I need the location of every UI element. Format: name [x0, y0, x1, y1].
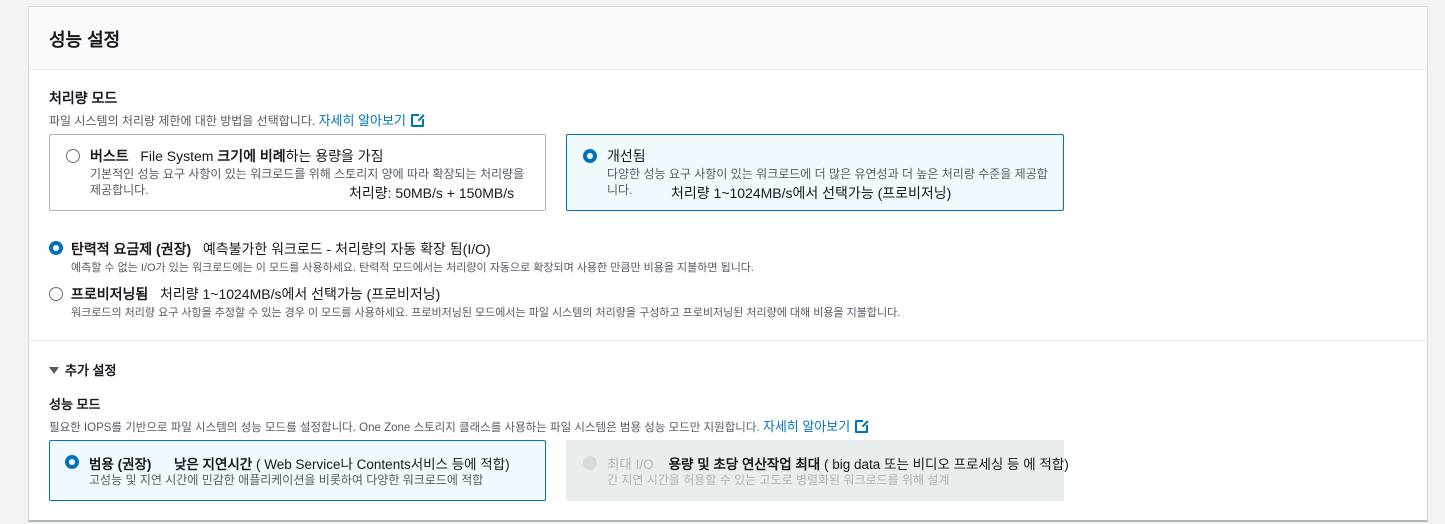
max-io-title: 최대 I/O 용량 및 초당 연산작업 최대 ( big data 또는 비디오…	[607, 457, 1069, 472]
burst-radio[interactable]	[66, 149, 80, 163]
performance-settings-panel: 성능 설정 처리량 모드 파일 시스템의 처리량 제한에 대한 방법을 선택합니…	[28, 6, 1428, 522]
performance-mode-description: 필요한 IOPS를 기반으로 파일 시스템의 성능 모드를 설정합니다. One…	[49, 416, 870, 435]
throughput-tile-enhanced[interactable]: 개선됨 다양한 성능 요구 사항이 있는 워크로드에 더 많은 유연성과 더 높…	[566, 134, 1064, 211]
enhanced-radio[interactable]	[583, 149, 597, 163]
external-link-icon	[855, 419, 870, 433]
provisioned-radio[interactable]	[49, 287, 63, 301]
throughput-mode-description: 파일 시스템의 처리량 제한에 대한 방법을 선택합니다. 자세히 알아보기	[49, 110, 425, 129]
elastic-radio[interactable]	[49, 241, 63, 255]
general-description: 고성능 및 지연 시간에 민감한 애플리케이션을 비롯하여 다양한 워크로드에 …	[89, 473, 484, 487]
elastic-option-title[interactable]: 탄력적 요금제 (권장) 예측불가한 워크로드 - 처리량의 자동 확장 됨(I…	[71, 239, 491, 259]
provisioned-option-description: 워크로드의 처리량 요구 사항을 추정할 수 있는 경우 이 모드를 사용하세요…	[71, 307, 901, 319]
throughput-learn-more-link[interactable]: 자세히 알아보기	[319, 113, 425, 128]
additional-settings-toggle[interactable]: 추가 설정	[49, 360, 116, 379]
throughput-mode-label: 처리량 모드	[49, 90, 118, 106]
max-io-radio	[583, 456, 597, 470]
performance-tile-max-io: 최대 I/O 용량 및 초당 연산작업 최대 ( big data 또는 비디오…	[566, 440, 1069, 501]
enhanced-throughput: 처리량 1~1024MB/s에서 선택가능 (프로비저닝)	[671, 185, 952, 201]
panel-title: 성능 설정	[49, 30, 121, 50]
enhanced-title: 개선됨	[607, 148, 646, 164]
panel-header: 성능 설정	[29, 7, 1427, 70]
provisioned-option-title[interactable]: 프로비저닝됨 처리량 1~1024MB/s에서 선택가능 (프로비저닝)	[71, 284, 440, 304]
section-divider	[29, 340, 1427, 341]
performance-tile-general[interactable]: 범용 (권장) 낮은 지연시간 ( Web Service나 Contents서…	[49, 440, 546, 501]
elastic-option-description: 예측할 수 없는 I/O가 있는 워크로드에는 이 모드를 사용하세요. 탄력적…	[71, 262, 754, 274]
caret-down-icon	[49, 367, 59, 374]
max-io-description: 긴 지연 시간을 허용할 수 있는 고도로 병렬화된 워크로드를 위해 설계	[607, 473, 950, 487]
external-link-icon	[410, 113, 425, 127]
throughput-tile-burst[interactable]: 버스트 File System 크기에 비례하는 용량을 가짐 기본적인 성능 …	[49, 134, 546, 211]
burst-title: 버스트 File System 크기에 비례하는 용량을 가짐	[90, 148, 384, 164]
performance-learn-more-link[interactable]: 자세히 알아보기	[763, 419, 870, 434]
performance-mode-label: 성능 모드	[49, 397, 101, 412]
general-title: 범용 (권장) 낮은 지연시간 ( Web Service나 Contents서…	[89, 457, 510, 472]
general-radio[interactable]	[65, 455, 79, 469]
burst-throughput: 처리량: 50MB/s + 150MB/s	[349, 185, 515, 201]
